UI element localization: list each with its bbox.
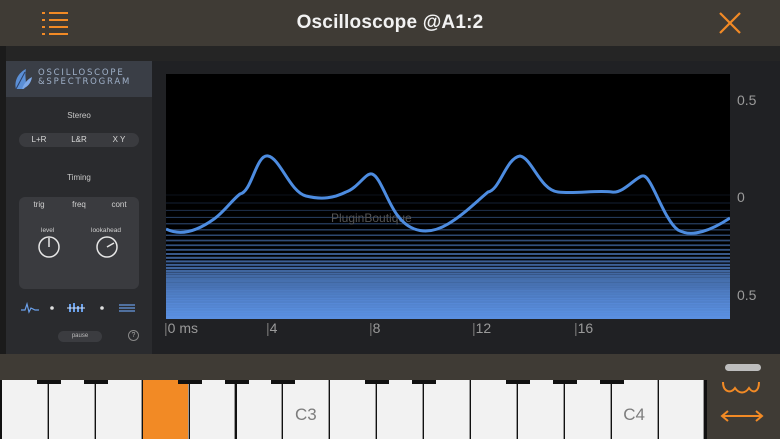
piano-white-key[interactable]	[330, 380, 377, 439]
stereo-label: Stereo	[67, 111, 91, 120]
stereo-option-lr-sum[interactable]: L+R	[19, 133, 59, 147]
tab-trig[interactable]: trig	[19, 199, 59, 211]
keyboard-controls	[707, 354, 780, 439]
display-mode-selector[interactable]	[19, 301, 139, 315]
lookahead-knob[interactable]	[95, 235, 119, 259]
stereo-option-lr-split[interactable]: L&R	[59, 133, 99, 147]
key-label: C3	[294, 405, 317, 424]
pause-button[interactable]: pause	[58, 331, 102, 342]
spectrum-mode-icon[interactable]	[67, 303, 85, 312]
side-panel: OSCILLOSCOPE &SPECTROGRAM Stereo L+R L&R…	[6, 61, 152, 354]
timing-label: Timing	[67, 173, 91, 182]
piano-white-key[interactable]	[48, 380, 95, 439]
waveform-graph: PluginBoutique	[166, 154, 730, 319]
x-axis-label-12: |12	[472, 320, 492, 336]
piano-black-key[interactable]	[552, 380, 577, 384]
x-axis-label-16: |16	[574, 320, 594, 336]
piano-white-key[interactable]	[517, 380, 564, 439]
stereo-option-xy[interactable]: X Y	[99, 133, 139, 147]
piano-black-key[interactable]	[83, 380, 108, 384]
plugin-window: OSCILLOSCOPE &SPECTROGRAM Stereo L+R L&R…	[6, 61, 780, 354]
page-title: Oscilloscope @A1:2	[296, 12, 484, 33]
leaf-logo-icon	[15, 69, 32, 90]
oscilloscope-display[interactable]: PluginBoutique	[166, 74, 730, 319]
piano-white-key[interactable]	[189, 380, 236, 439]
help-button[interactable]: ?	[128, 330, 139, 341]
piano-black-key[interactable]	[505, 380, 530, 384]
stereo-mode-selector[interactable]: L+R L&R X Y	[19, 133, 139, 147]
logo-text: OSCILLOSCOPE &SPECTROGRAM	[38, 68, 132, 87]
plugin-header-strip	[6, 46, 780, 61]
piano-black-key[interactable]	[36, 380, 61, 384]
piano-white-key[interactable]	[658, 380, 705, 439]
piano-black-key[interactable]	[271, 380, 296, 384]
piano-black-key[interactable]	[365, 380, 390, 384]
title-bar: Oscilloscope @A1:2	[0, 0, 780, 46]
piano-white-key[interactable]	[236, 380, 283, 439]
level-knob[interactable]	[37, 235, 61, 259]
piano-black-key[interactable]	[177, 380, 202, 384]
piano-black-key[interactable]	[599, 380, 624, 384]
waveform-mode-icon[interactable]	[21, 301, 39, 314]
y-axis-label-middle: 0	[737, 189, 745, 205]
spectrogram-mode-icon[interactable]	[119, 304, 135, 312]
piano-white-key[interactable]	[2, 380, 48, 439]
piano-white-key[interactable]	[564, 380, 611, 439]
piano-white-key[interactable]	[95, 380, 142, 439]
level-knob-label: level	[41, 227, 55, 234]
tab-freq[interactable]: freq	[59, 199, 99, 211]
y-axis-label-bottom: 0.5	[737, 287, 757, 303]
scroll-handle-icon[interactable]	[723, 362, 763, 376]
piano-white-key[interactable]	[471, 380, 517, 439]
logo: OSCILLOSCOPE &SPECTROGRAM	[6, 61, 152, 97]
key-label: C4	[623, 405, 645, 424]
keyboard-range-icon[interactable]	[717, 380, 767, 436]
keyboard-top-bar	[0, 354, 780, 380]
piano-white-key[interactable]	[377, 380, 424, 439]
waveform-line	[166, 154, 730, 235]
piano-black-key[interactable]	[224, 380, 249, 384]
x-axis-label-0: |0 ms	[164, 320, 198, 336]
piano-keyboard[interactable]: C3 C4	[0, 380, 707, 439]
piano-black-key[interactable]	[412, 380, 437, 384]
tab-cont[interactable]: cont	[99, 199, 139, 211]
lookahead-knob-label: lookahead	[91, 227, 121, 234]
piano-white-key[interactable]	[424, 380, 470, 439]
piano-white-key[interactable]: C3	[283, 380, 330, 439]
close-icon[interactable]	[716, 9, 744, 37]
x-axis-label-8: |8	[369, 320, 381, 336]
piano-white-key[interactable]	[142, 380, 189, 439]
piano-white-key[interactable]: C4	[611, 380, 658, 439]
x-axis-label-4: |4	[266, 320, 278, 336]
y-axis-label-top: 0.5	[737, 92, 757, 108]
timing-panel: trig freq cont level lookahead	[19, 197, 139, 289]
